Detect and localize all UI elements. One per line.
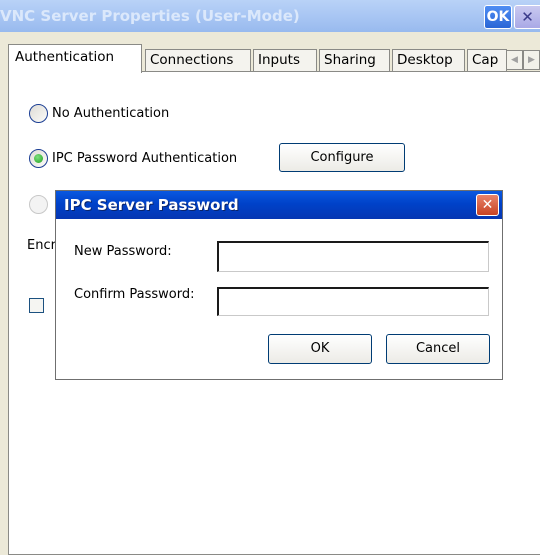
tab-strip: Authentication Connections Inputs Sharin… <box>0 32 540 73</box>
tab-desktop[interactable]: Desktop <box>392 49 465 71</box>
dialog-title-bar[interactable]: IPC Server Password ✕ <box>56 191 502 219</box>
vnc-properties-window: VNC Server Properties (User-Mode) OK ✕ A… <box>0 0 540 555</box>
ipc-password-dialog: IPC Server Password ✕ New Password: Conf… <box>55 190 503 380</box>
ipc-auth-label: IPC Password Authentication <box>52 151 238 166</box>
ipc-auth-radio[interactable] <box>29 149 48 168</box>
tab-scroll-right-icon[interactable]: ▶ <box>523 50 540 70</box>
dialog-close-icon[interactable]: ✕ <box>476 194 499 216</box>
title-ok-button[interactable]: OK <box>484 5 512 29</box>
dialog-body: New Password: Confirm Password: OK Cance… <box>56 219 502 379</box>
new-password-field[interactable] <box>217 241 489 272</box>
third-auth-radio[interactable] <box>29 195 48 214</box>
tab-authentication[interactable]: Authentication <box>8 44 142 73</box>
tab-inputs[interactable]: Inputs <box>253 49 317 71</box>
confirm-password-label: Confirm Password: <box>74 287 195 302</box>
new-password-label: New Password: <box>74 244 172 259</box>
tab-capture[interactable]: Cap <box>467 49 507 71</box>
dialog-cancel-button[interactable]: Cancel <box>386 334 490 364</box>
tab-sharing[interactable]: Sharing <box>319 49 390 71</box>
dialog-ok-button[interactable]: OK <box>268 334 372 364</box>
configure-button[interactable]: Configure <box>279 143 405 172</box>
tab-scroll-left-icon[interactable]: ◀ <box>506 50 523 70</box>
window-title: VNC Server Properties (User-Mode) <box>0 7 300 25</box>
title-bar[interactable]: VNC Server Properties (User-Mode) OK ✕ <box>0 0 540 32</box>
tab-scroll-arrows: ◀ ▶ <box>506 50 540 70</box>
dialog-title: IPC Server Password <box>64 196 239 214</box>
no-auth-label: No Authentication <box>52 106 170 121</box>
encryption-label: Encr <box>27 238 56 253</box>
confirm-password-field[interactable] <box>217 287 489 316</box>
no-auth-radio[interactable] <box>29 104 48 123</box>
tab-connections[interactable]: Connections <box>145 49 251 71</box>
title-close-button[interactable]: ✕ <box>514 5 540 29</box>
option-checkbox[interactable] <box>29 298 44 313</box>
